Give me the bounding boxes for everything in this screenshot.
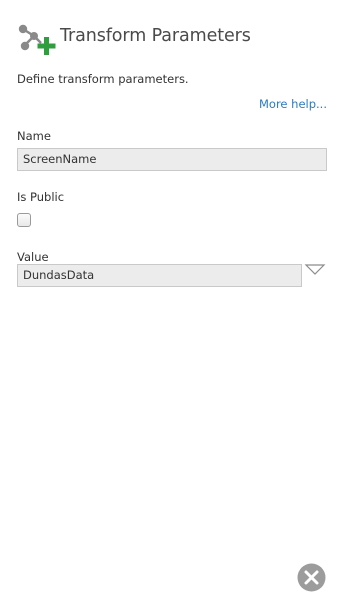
is-public-label: Is Public xyxy=(17,190,65,204)
transform-parameters-panel: Transform Parameters Define transform pa… xyxy=(0,0,348,605)
panel-title: Transform Parameters xyxy=(60,26,251,46)
panel-description: Define transform parameters. xyxy=(17,72,189,86)
close-icon[interactable] xyxy=(297,563,326,592)
name-input[interactable]: ScreenName xyxy=(17,148,327,171)
transform-add-icon xyxy=(18,24,56,55)
value-label: Value xyxy=(17,250,49,264)
chevron-down-icon[interactable] xyxy=(304,263,326,277)
value-select[interactable]: DundasData xyxy=(17,264,302,287)
more-help-link[interactable]: More help... xyxy=(259,97,327,111)
is-public-checkbox[interactable] xyxy=(17,213,31,227)
name-label: Name xyxy=(17,129,51,143)
